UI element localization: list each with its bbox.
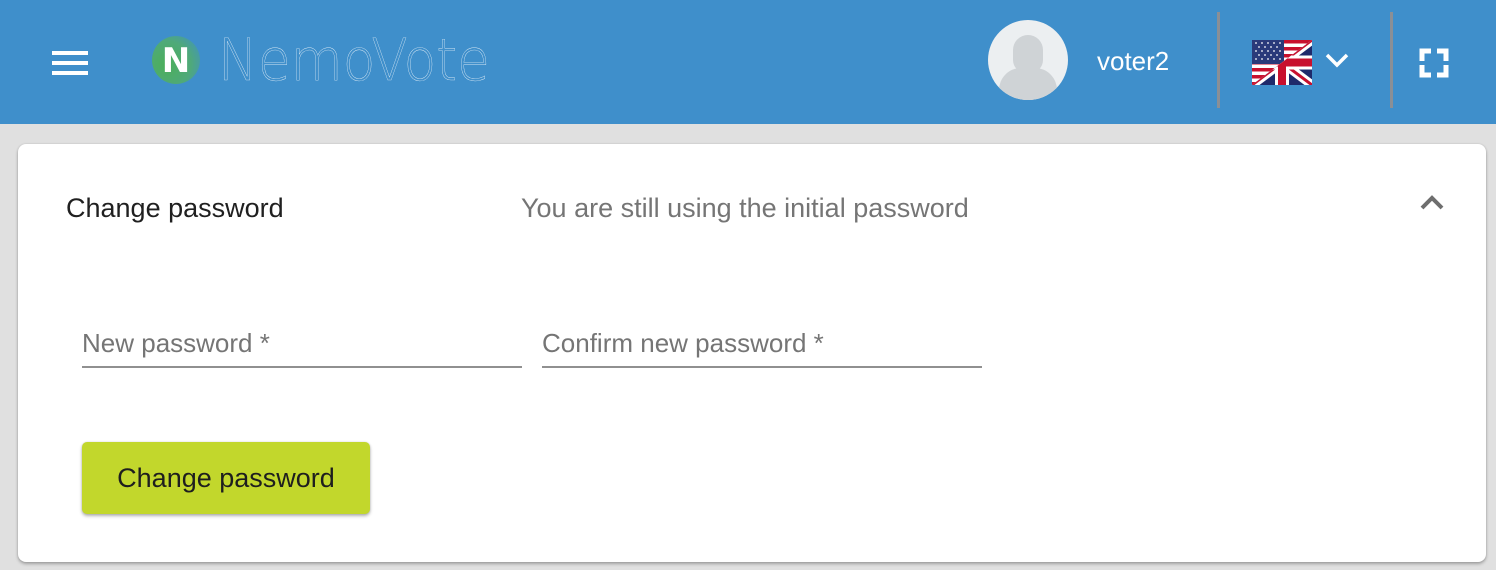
confirm-password-input[interactable] (542, 316, 982, 366)
menu-button[interactable] (40, 38, 100, 88)
language-selector[interactable] (1250, 38, 1360, 86)
divider (1217, 12, 1220, 108)
hamburger-menu-icon (52, 51, 88, 55)
new-password-input[interactable] (82, 316, 522, 366)
panel-title[interactable]: Change password (66, 190, 284, 226)
change-password-panel: Change password You are still using the … (18, 144, 1486, 562)
new-password-field[interactable] (82, 316, 522, 368)
app-name: NemoVote (218, 26, 490, 94)
change-password-button[interactable]: Change password (82, 442, 370, 514)
app-logo[interactable]: N NemoVote (152, 30, 514, 90)
avatar[interactable] (988, 20, 1068, 100)
chevron-down-icon (1325, 53, 1349, 68)
fullscreen-icon[interactable] (1412, 42, 1456, 82)
panel-description: You are still using the initial password (521, 193, 969, 223)
username[interactable]: voter2 (1097, 46, 1169, 76)
divider (1390, 12, 1393, 108)
us-uk-flag-icon (1252, 40, 1312, 85)
chevron-up-icon[interactable] (1414, 188, 1450, 218)
confirm-password-field[interactable] (542, 316, 982, 368)
top-app-bar: N NemoVote voter2 (0, 0, 1496, 124)
logo-badge-icon: N (152, 36, 200, 84)
